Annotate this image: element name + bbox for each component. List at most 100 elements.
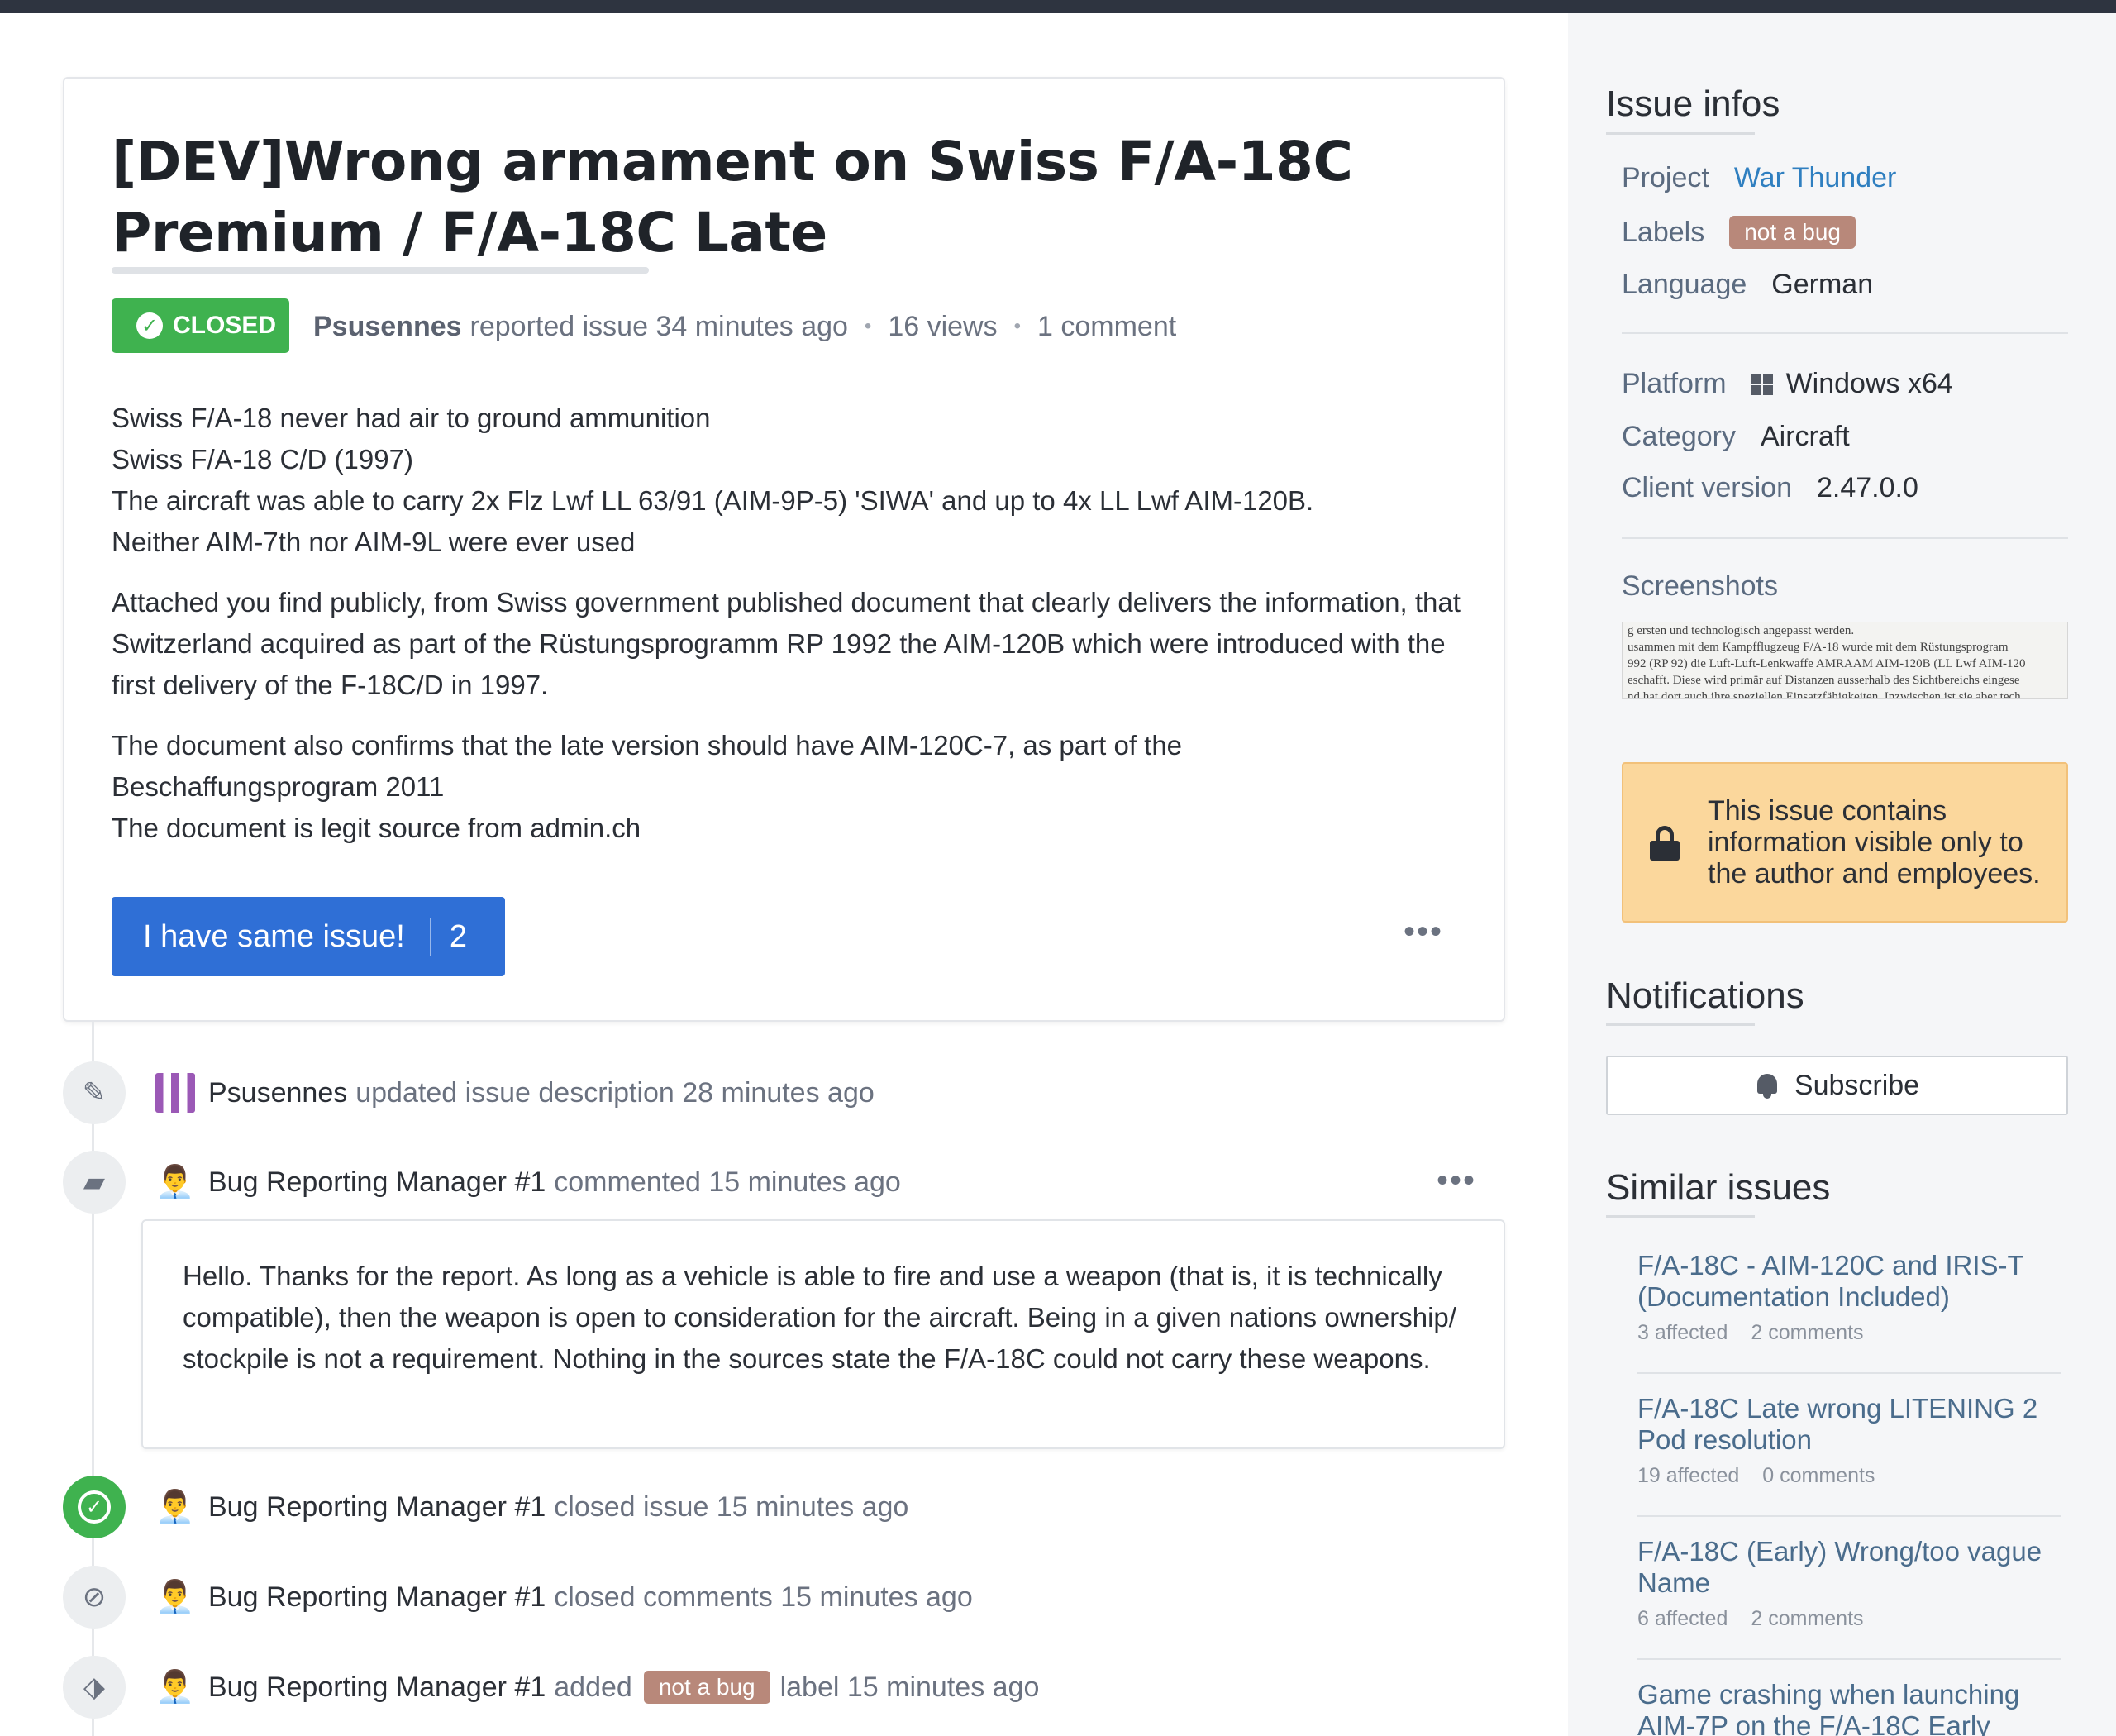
comment-count: 2 comments <box>1751 1607 1864 1630</box>
screenshot-line: usammen mit dem Kampfflugzeug F/A-18 wur… <box>1628 641 2009 654</box>
separator-dot: • <box>1013 315 1022 337</box>
description-line: The document is legit source from admin.… <box>112 813 641 843</box>
issue-meta: Psusennes reported issue 34 minutes ago … <box>313 305 1176 348</box>
description-line: Swiss F/A-18 never had air to ground amm… <box>112 403 711 433</box>
reported-time: reported issue 34 minutes ago <box>469 310 848 342</box>
affected-count: 3 affected <box>1637 1321 1728 1344</box>
issue-infos-heading: Issue infos <box>1606 83 1780 124</box>
issue-card: [DEV]Wrong armament on Swiss F/A-18C Pre… <box>63 77 1505 1022</box>
status-label: CLOSED <box>173 312 277 339</box>
similar-issue-title[interactable]: F/A-18C - AIM-120C and IRIS-T (Documenta… <box>1637 1250 2061 1313</box>
event-text: commented 15 minutes ago <box>554 1166 901 1198</box>
divider <box>1637 1658 2061 1660</box>
similar-issue-item[interactable]: F/A-18C - AIM-120C and IRIS-T (Documenta… <box>1622 1250 2061 1345</box>
more-icon[interactable]: ••• <box>1404 913 1443 951</box>
event-text: added <box>554 1671 632 1703</box>
heading-underline <box>1606 132 1755 135</box>
title-underline <box>112 267 649 274</box>
similar-issue-title[interactable]: F/A-18C Late wrong LITENING 2 Pod resolu… <box>1637 1393 2061 1456</box>
same-issue-button[interactable]: I have same issue! 2 <box>112 897 505 976</box>
description-line: The document also confirms that the late… <box>112 730 1183 761</box>
screenshot-line: eschafft. Diese wird primär auf Distanze… <box>1628 674 2020 687</box>
button-separator <box>429 918 431 956</box>
timeline-event-comment: ▰ 👨‍💼 Bug Reporting Manager #1 commented… <box>63 1151 901 1214</box>
separator-dot: • <box>864 315 872 337</box>
event-actor[interactable]: Bug Reporting Manager #1 <box>208 1166 546 1199</box>
label-chip[interactable]: not a bug <box>643 1671 770 1704</box>
event-text: closed issue 15 minutes ago <box>554 1490 909 1523</box>
description-line: The aircraft was able to carry 2x Flz Lw… <box>112 485 1314 516</box>
comment-off-icon: ⊘ <box>63 1566 126 1629</box>
screenshot-line: nd hat dort auch ihre speziellen Einsatz… <box>1628 690 2021 699</box>
affected-count: 6 affected <box>1637 1607 1728 1630</box>
description-line: Attached you find publicly, from Swiss g… <box>112 587 1461 700</box>
lock-icon <box>1650 826 1680 861</box>
info-key: Project <box>1622 162 1709 193</box>
screenshot-thumbnail[interactable]: g ersten und technologisch angepasst wer… <box>1622 622 2068 699</box>
description-line: Swiss F/A-18 C/D (1997) <box>112 444 413 475</box>
divider <box>1637 1515 2061 1517</box>
comment-more-icon[interactable]: ••• <box>1437 1162 1476 1199</box>
windows-icon <box>1751 373 1773 395</box>
pencil-icon: ✎ <box>63 1061 126 1124</box>
info-key: Platform <box>1622 368 1727 399</box>
screenshots-heading: Screenshots <box>1622 570 1778 602</box>
description-paragraph: The document also confirms that the late… <box>112 725 1484 849</box>
description-paragraph: Attached you find publicly, from Swiss g… <box>112 582 1484 706</box>
info-labels: Labels not a bug <box>1622 216 1856 249</box>
similar-issue-title[interactable]: F/A-18C (Early) Wrong/too vague Name <box>1637 1536 2061 1599</box>
comment-body: Hello. Thanks for the report. As long as… <box>141 1219 1505 1449</box>
tag-icon: ⬗ <box>63 1656 126 1719</box>
subscribe-button[interactable]: Subscribe <box>1606 1056 2068 1115</box>
description-paragraph: Swiss F/A-18 never had air to ground amm… <box>112 398 1484 563</box>
comment-count: 2 comments <box>1751 1321 1864 1344</box>
description-line: Neither AIM-7th nor AIM-9L were ever use… <box>112 527 636 557</box>
heading-underline <box>1606 1215 1755 1218</box>
author-link[interactable]: Psusennes <box>313 311 462 343</box>
same-issue-label: I have same issue! <box>143 918 405 954</box>
info-value: Windows x64 <box>1785 368 1953 399</box>
subscribe-label: Subscribe <box>1794 1069 1920 1101</box>
affected-count: 19 affected <box>1637 1464 1740 1487</box>
info-value: Aircraft <box>1760 421 1850 452</box>
info-value: 2.47.0.0 <box>1816 472 1918 503</box>
info-project: Project War Thunder <box>1622 162 1896 194</box>
event-actor[interactable]: Bug Reporting Manager #1 <box>208 1581 546 1614</box>
comment-count: 0 comments <box>1762 1464 1875 1487</box>
check-circle-icon: ✓ <box>63 1476 126 1538</box>
timeline-line <box>92 1022 94 1736</box>
event-text: closed comments 15 minutes ago <box>554 1581 973 1613</box>
divider <box>1622 537 2068 539</box>
divider <box>1622 332 2068 334</box>
avatar: 👨‍💼 <box>155 1670 195 1705</box>
issue-description: Swiss F/A-18 never had air to ground amm… <box>112 398 1484 868</box>
event-text: label 15 minutes ago <box>779 1671 1040 1703</box>
comment-count: 1 comment <box>1037 310 1177 342</box>
bell-icon <box>1755 1072 1780 1099</box>
project-link[interactable]: War Thunder <box>1734 162 1897 194</box>
event-actor[interactable]: Bug Reporting Manager #1 <box>208 1491 546 1524</box>
similar-issue-item[interactable]: F/A-18C Late wrong LITENING 2 Pod resolu… <box>1622 1393 2061 1488</box>
timeline-event-comments-closed: ⊘ 👨‍💼 Bug Reporting Manager #1 closed co… <box>63 1566 973 1629</box>
similar-issue-item[interactable]: Game crashing when launching AIM-7P on t… <box>1622 1679 2061 1736</box>
private-notice-text: This issue contains information visible … <box>1708 795 2041 889</box>
timeline-event-closed: ✓ 👨‍💼 Bug Reporting Manager #1 closed is… <box>63 1476 908 1538</box>
avatar: 👨‍💼 <box>155 1580 195 1614</box>
screenshot-line: g ersten und technologisch angepasst wer… <box>1628 624 1855 637</box>
info-key: Language <box>1622 269 1747 300</box>
info-key: Client version <box>1622 472 1792 503</box>
event-actor[interactable]: Bug Reporting Manager #1 <box>208 1672 546 1704</box>
similar-issue-item[interactable]: F/A-18C (Early) Wrong/too vague Name 6 a… <box>1622 1536 2061 1631</box>
top-bar <box>0 0 2116 13</box>
avatar <box>155 1073 195 1113</box>
info-key: Labels <box>1622 216 1705 248</box>
heading-underline <box>1606 1023 1755 1026</box>
similar-issues-heading: Similar issues <box>1606 1167 1831 1208</box>
divider <box>1637 1372 2061 1374</box>
description-line: Beschaffungsprogram 2011 <box>112 771 445 802</box>
event-actor[interactable]: Psusennes <box>208 1077 347 1109</box>
similar-issue-title[interactable]: Game crashing when launching AIM-7P on t… <box>1637 1679 2061 1736</box>
label-chip[interactable]: not a bug <box>1729 216 1856 249</box>
screenshot-line: 992 (RP 92) die Luft-Luft-Lenkwaffe AMRA… <box>1628 657 2026 670</box>
event-text: updated issue description 28 minutes ago <box>355 1076 875 1109</box>
